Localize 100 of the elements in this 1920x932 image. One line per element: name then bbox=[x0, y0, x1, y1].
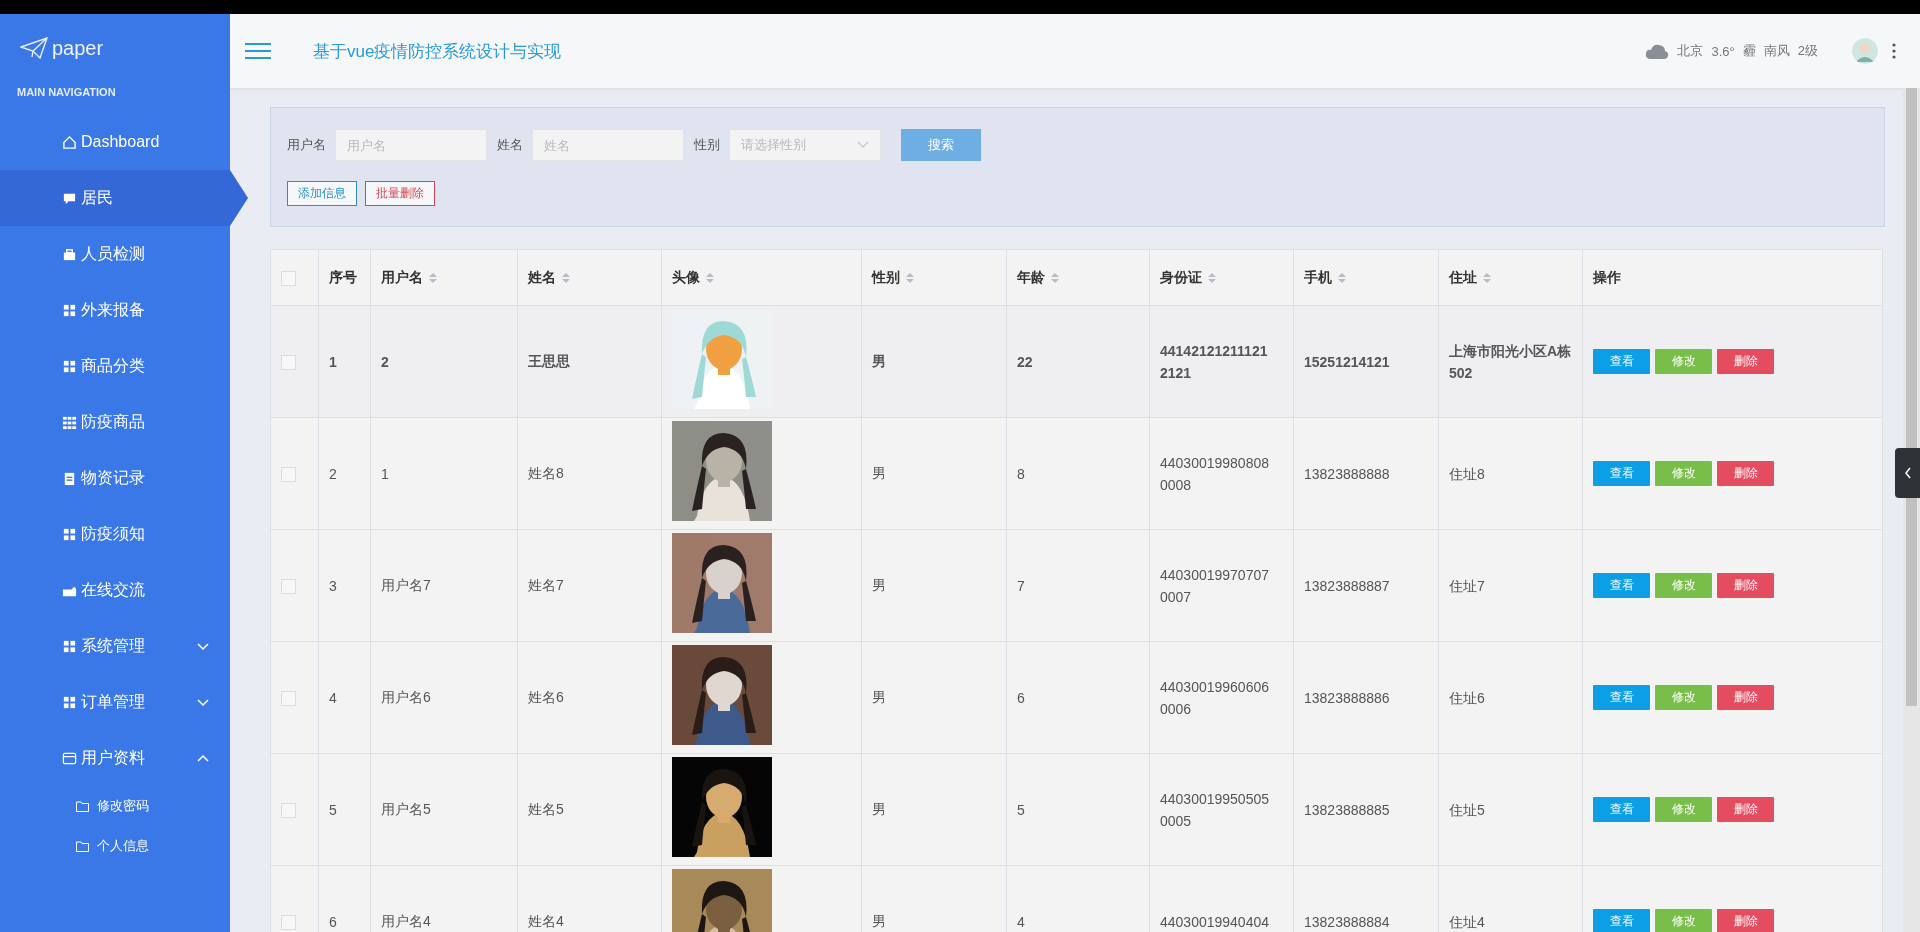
clipboard-icon bbox=[62, 470, 77, 486]
delete-button[interactable]: 删除 bbox=[1717, 461, 1774, 486]
edit-button[interactable]: 修改 bbox=[1655, 797, 1712, 822]
nav-subitem[interactable]: 修改密码 bbox=[0, 786, 230, 826]
briefcase-icon bbox=[62, 246, 77, 262]
delete-button[interactable]: 删除 bbox=[1717, 909, 1774, 932]
nav-subitem[interactable]: 个人信息 bbox=[0, 826, 230, 866]
menu-icon[interactable] bbox=[245, 42, 271, 60]
row-checkbox[interactable] bbox=[281, 578, 296, 594]
username-cell: 用户名7 bbox=[381, 576, 431, 593]
edit-button[interactable]: 修改 bbox=[1655, 909, 1712, 932]
sort-icon[interactable] bbox=[562, 271, 570, 284]
sort-icon[interactable] bbox=[1483, 271, 1491, 284]
chevron-left-icon bbox=[1903, 467, 1912, 479]
search-button[interactable]: 搜索 bbox=[901, 129, 981, 161]
nav-item[interactable]: 订单管理 bbox=[0, 674, 230, 730]
sort-icon[interactable] bbox=[429, 271, 437, 284]
view-button[interactable]: 查看 bbox=[1593, 461, 1650, 486]
row-checkbox[interactable] bbox=[281, 466, 296, 482]
username-cell: 1 bbox=[381, 465, 389, 482]
input-field[interactable]: 用户名 bbox=[335, 129, 487, 161]
page-title: 基于vue疫情防控系统设计与实现 bbox=[313, 40, 563, 63]
weather-condition: 霾 bbox=[1742, 42, 1756, 60]
grid-icon bbox=[62, 694, 77, 710]
view-button[interactable]: 查看 bbox=[1593, 573, 1650, 598]
sort-icon[interactable] bbox=[1051, 271, 1059, 284]
nav-item[interactable]: 外来报备 bbox=[0, 282, 230, 338]
grid-icon bbox=[62, 638, 77, 654]
field-label: 用户名 bbox=[287, 136, 326, 154]
nav-item[interactable]: 在线交流 bbox=[0, 562, 230, 618]
row-number: 3 bbox=[329, 577, 337, 594]
cloud-icon bbox=[1645, 42, 1670, 60]
age-cell: 8 bbox=[1017, 465, 1025, 482]
row-checkbox[interactable] bbox=[281, 802, 296, 818]
id-card-cell-text: 440300199606060006 bbox=[1160, 677, 1270, 719]
more-icon[interactable] bbox=[1892, 43, 1896, 59]
gender-cell: 男 bbox=[872, 800, 886, 817]
row-number: 2 bbox=[329, 465, 337, 482]
phone-cell: 13823888885 bbox=[1304, 801, 1390, 818]
edit-button[interactable]: 修改 bbox=[1655, 461, 1712, 486]
grid-icon bbox=[62, 414, 77, 430]
delete-button[interactable]: 删除 bbox=[1717, 797, 1774, 822]
edit-button[interactable]: 修改 bbox=[1655, 349, 1712, 374]
edit-button[interactable]: 修改 bbox=[1655, 573, 1712, 598]
grid-icon bbox=[62, 358, 77, 374]
edit-button[interactable]: 修改 bbox=[1655, 685, 1712, 710]
name-cell: 姓名6 bbox=[528, 688, 564, 705]
row-checkbox[interactable] bbox=[281, 354, 296, 370]
delete-button[interactable]: 删除 bbox=[1717, 685, 1774, 710]
age-cell: 7 bbox=[1017, 577, 1025, 594]
row-checkbox[interactable] bbox=[281, 690, 296, 706]
id-card-cell-text: 44030019940404 bbox=[1160, 912, 1269, 932]
batch-delete-button[interactable]: 批量删除 bbox=[365, 181, 435, 206]
index-header: 序号 bbox=[329, 268, 357, 287]
name-cell: 姓名4 bbox=[528, 912, 564, 929]
delete-button[interactable]: 删除 bbox=[1717, 573, 1774, 598]
view-button[interactable]: 查看 bbox=[1593, 797, 1650, 822]
age-cell: 5 bbox=[1017, 801, 1025, 818]
phone-cell: 13823888887 bbox=[1304, 577, 1390, 594]
nav-item[interactable]: 防疫须知 bbox=[0, 506, 230, 562]
scrollbar-thumb[interactable] bbox=[1906, 88, 1917, 706]
age-cell: 4 bbox=[1017, 913, 1025, 930]
gender-cell: 男 bbox=[872, 352, 886, 369]
id-card-cell-text: 440300199505050005 bbox=[1160, 789, 1270, 831]
sort-icon[interactable] bbox=[1208, 271, 1216, 284]
nav-item[interactable]: 防疫商品 bbox=[0, 394, 230, 450]
nav-item[interactable]: 用户资料 bbox=[0, 730, 230, 786]
window-icon bbox=[62, 750, 77, 766]
phone-cell: 13823888884 bbox=[1304, 913, 1390, 930]
address-cell-text: 住址6 bbox=[1449, 688, 1485, 708]
nav-item[interactable]: Dashboard bbox=[0, 114, 230, 170]
add-button[interactable]: 添加信息 bbox=[287, 181, 357, 206]
view-button[interactable]: 查看 bbox=[1593, 909, 1650, 932]
view-button[interactable]: 查看 bbox=[1593, 349, 1650, 374]
view-button[interactable]: 查看 bbox=[1593, 685, 1650, 710]
row-number: 4 bbox=[329, 689, 337, 706]
wind-level: 2级 bbox=[1797, 42, 1818, 60]
name-header: 姓名 bbox=[528, 268, 556, 287]
row-checkbox[interactable] bbox=[281, 914, 296, 930]
actions-header: 操作 bbox=[1593, 268, 1621, 287]
sort-icon[interactable] bbox=[1338, 271, 1346, 284]
nav-item[interactable]: 物资记录 bbox=[0, 450, 230, 506]
id-card-cell-text: 440300199808080008 bbox=[1160, 453, 1270, 495]
sort-icon[interactable] bbox=[706, 271, 714, 284]
name-cell: 姓名5 bbox=[528, 800, 564, 817]
nav-item[interactable]: 人员检测 bbox=[0, 226, 230, 282]
home-icon bbox=[62, 134, 77, 150]
address-cell-text: 住址4 bbox=[1449, 912, 1485, 932]
gender-cell: 男 bbox=[872, 688, 886, 705]
row-number: 1 bbox=[329, 353, 337, 370]
grid-icon bbox=[62, 526, 77, 542]
sort-icon[interactable] bbox=[906, 271, 914, 284]
nav-item[interactable]: 系统管理 bbox=[0, 618, 230, 674]
avatar-icon[interactable] bbox=[1852, 38, 1878, 64]
collapse-tab[interactable] bbox=[1895, 448, 1920, 498]
select-all-checkbox[interactable] bbox=[281, 270, 296, 286]
delete-button[interactable]: 删除 bbox=[1717, 349, 1774, 374]
nav-item[interactable]: 商品分类 bbox=[0, 338, 230, 394]
id-card-header: 身份证 bbox=[1160, 268, 1202, 287]
phone-cell: 13823888886 bbox=[1304, 689, 1390, 706]
